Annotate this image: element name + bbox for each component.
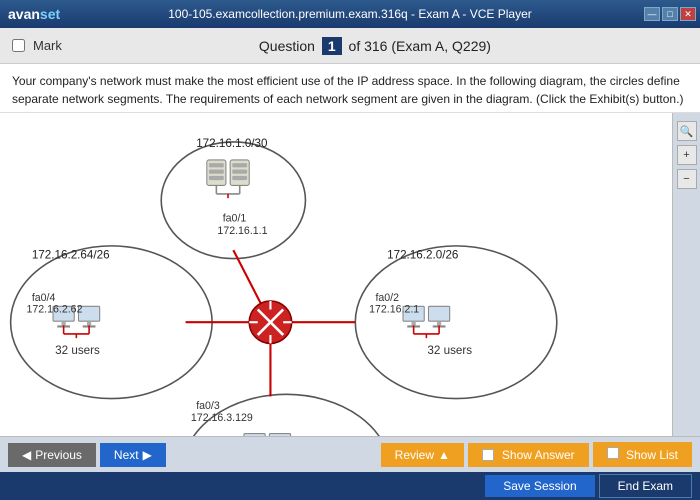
show-answer-label: Show Answer	[502, 448, 575, 462]
main-container: Mark Question 1 of 316 (Exam A, Q229) Yo…	[0, 28, 700, 500]
question-text: Your company's network must make the mos…	[0, 64, 700, 113]
question-label: Question	[259, 38, 315, 54]
top-ifaceip: 172.16.1.1	[217, 225, 267, 237]
right-subnet: 172.16.2.0/26	[387, 249, 458, 262]
bottom-row2: Save Session End Exam	[0, 472, 700, 500]
previous-button[interactable]: ◀ Previous	[8, 443, 96, 467]
question-header: Mark Question 1 of 316 (Exam A, Q229)	[0, 28, 700, 64]
left-ifaceip: 172.16.2.62	[27, 304, 83, 316]
minus-icon: −	[683, 173, 689, 185]
top-iface: fa0/1	[223, 212, 247, 224]
save-session-button[interactable]: Save Session	[485, 475, 594, 497]
minimize-button[interactable]: —	[644, 7, 660, 21]
window-title: 100-105.examcollection.premium.exam.316q…	[168, 7, 532, 21]
bottom-iface: fa0/3	[196, 400, 220, 412]
right-ifaceip: 172.16.2.1	[369, 304, 419, 316]
maximize-button[interactable]: □	[662, 7, 678, 21]
show-list-button[interactable]: Show List	[593, 442, 692, 467]
next-arrow-icon: ▶	[143, 448, 152, 462]
app-logo: avanset	[8, 6, 60, 22]
zoom-in-button[interactable]: +	[677, 145, 697, 165]
show-answer-button[interactable]: Show Answer	[468, 443, 589, 467]
right-users: 32 users	[427, 344, 472, 357]
next-label: Next	[114, 448, 139, 462]
logo-text-avan: avan	[8, 6, 40, 22]
top-router	[207, 160, 249, 198]
left-subnet: 172.16.2.64/26	[32, 249, 110, 262]
top-subnet: 172.16.1.0/30	[196, 137, 268, 150]
total-questions: of 316 (Exam A, Q229)	[349, 38, 491, 54]
review-dropdown-icon: ▲	[438, 448, 450, 462]
mark-input[interactable]	[12, 39, 25, 52]
left-iface: fa0/4	[32, 292, 56, 304]
left-users: 32 users	[55, 344, 100, 357]
title-bar: avanset 100-105.examcollection.premium.e…	[0, 0, 700, 28]
diagram-area: 172.16.1.0/30 172.16.2.64/26 172.16.2.0/…	[0, 113, 700, 436]
end-exam-button[interactable]: End Exam	[599, 474, 692, 498]
window-controls[interactable]: — □ ✕	[644, 7, 696, 21]
save-label: Save Session	[503, 479, 576, 493]
network-diagram: 172.16.1.0/30 172.16.2.64/26 172.16.2.0/…	[0, 113, 700, 436]
search-icon: 🔍	[680, 125, 694, 138]
diagram-sidebar: 🔍 + −	[672, 113, 700, 436]
logo-text-set: set	[40, 6, 60, 22]
zoom-out-button[interactable]: −	[677, 169, 697, 189]
prev-label: Previous	[35, 448, 82, 462]
right-iface: fa0/2	[375, 292, 399, 304]
bottom-toolbar: ◀ Previous Next ▶ Review ▲ Show Answer S…	[0, 436, 700, 472]
show-list-checkbox	[607, 447, 619, 459]
show-answer-checkbox	[482, 449, 494, 461]
close-button[interactable]: ✕	[680, 7, 696, 21]
review-button[interactable]: Review ▲	[381, 443, 464, 467]
question-number: 1	[322, 37, 342, 55]
plus-icon: +	[683, 149, 689, 161]
review-label: Review	[395, 448, 434, 462]
show-list-label: Show List	[626, 448, 678, 462]
end-label: End Exam	[618, 479, 673, 493]
question-title: Question 1 of 316 (Exam A, Q229)	[62, 38, 688, 54]
next-button[interactable]: Next ▶	[100, 443, 166, 467]
bottom-ifaceip: 172.16.3.129	[191, 412, 253, 424]
zoom-search-button[interactable]: 🔍	[677, 121, 697, 141]
mark-checkbox[interactable]: Mark	[12, 38, 62, 53]
mark-label: Mark	[33, 38, 62, 53]
prev-arrow-icon: ◀	[22, 448, 31, 462]
bottom-workstations	[244, 434, 291, 436]
center-router	[249, 301, 291, 343]
